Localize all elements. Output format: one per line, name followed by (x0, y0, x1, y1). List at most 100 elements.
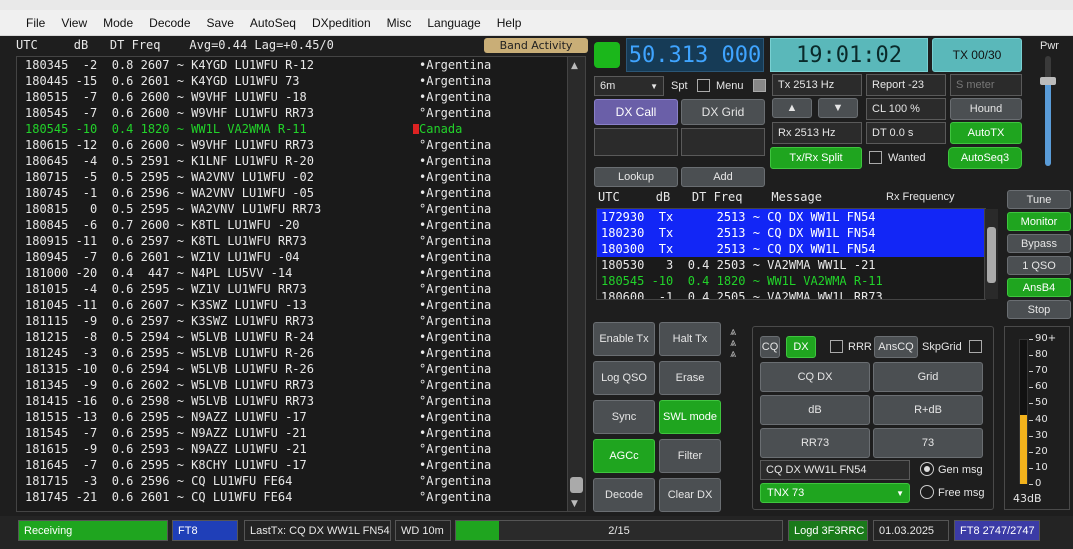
table-row[interactable]: 181615 -9 0.6 2593 ~ N9AZZ LU1WFU -21 °Ar… (17, 441, 585, 457)
table-row[interactable]: 180815 0 0.5 2595 ~ WA2VNV LU1WFU RR73 °A… (17, 201, 585, 217)
menu-item-file[interactable]: File (18, 16, 53, 30)
table-row[interactable]: 172930 Tx 2513 ~ CQ DX WW1L FN54 (597, 209, 985, 225)
menu-item-decode[interactable]: Decode (141, 16, 198, 30)
menu-item-dxpedition[interactable]: DXpedition (304, 16, 379, 30)
table-row[interactable]: 180645 -4 0.5 2591 ~ K1LNF LU1WFU R-20 •A… (17, 153, 585, 169)
grid-button[interactable]: Grid (873, 362, 983, 392)
lookup-button[interactable]: Lookup (594, 167, 678, 187)
dial-frequency[interactable]: 50.313 000 (626, 38, 764, 72)
dx-grid-input[interactable] (681, 128, 765, 156)
table-row[interactable]: 180545 -10 0.4 1820 ~ WW1L VA2WMA R-11 (597, 273, 985, 289)
pwr-slider-handle[interactable] (1040, 77, 1056, 86)
menu-item-autoseq[interactable]: AutoSeq (242, 16, 304, 30)
table-row[interactable]: 180745 -1 0.6 2596 ~ WA2VNV LU1WFU -05 •A… (17, 185, 585, 201)
dt-spinbox[interactable]: DT 0.0 s (866, 122, 946, 144)
table-row[interactable]: 181715 -3 0.6 2596 ~ CQ LU1WFU FE64 °Arge… (17, 473, 585, 489)
enable-tx-button[interactable]: Enable Tx (593, 322, 655, 356)
scrollbar-thumb[interactable] (987, 227, 996, 283)
menu-item-language[interactable]: Language (419, 16, 488, 30)
table-row[interactable]: 180515 -7 0.6 2600 ~ W9VHF LU1WFU -18 •Ar… (17, 89, 585, 105)
gen-msg-radio[interactable] (920, 462, 934, 476)
table-row[interactable]: 181745 -21 0.6 2601 ~ CQ LU1WFU FE64 °Arg… (17, 489, 585, 505)
txrx-split-button[interactable]: Tx/Rx Split (770, 147, 862, 169)
rx-freq-spinbox[interactable]: Rx 2513 Hz (772, 122, 862, 144)
wanted-checkbox[interactable] (869, 151, 882, 164)
table-row[interactable]: 181345 -9 0.6 2602 ~ W5LVB LU1WFU RR73 °A… (17, 377, 585, 393)
agcc-button[interactable]: AGCc (593, 439, 655, 473)
scrollbar-thumb[interactable] (570, 477, 583, 493)
table-row[interactable]: 180300 Tx 2513 ~ CQ DX WW1L FN54 (597, 241, 985, 257)
table-row[interactable]: 180345 -2 0.8 2607 ~ K4YGD LU1WFU R-12 •A… (17, 57, 585, 73)
bypass-button[interactable]: Bypass (1007, 234, 1071, 253)
table-row[interactable]: 181015 -4 0.6 2595 ~ WZ1V LU1WFU RR73 °Ar… (17, 281, 585, 297)
autoseq3-button[interactable]: AutoSeq3 (948, 147, 1022, 169)
band-activity-list[interactable]: 180345 -2 0.8 2607 ~ K4YGD LU1WFU R-12 •A… (16, 56, 586, 512)
rx-frequency-scrollbar[interactable] (984, 209, 998, 299)
rrr-checkbox[interactable] (830, 340, 843, 353)
anscq-button[interactable]: AnsCQ (874, 336, 918, 358)
sync-button[interactable]: Sync (593, 400, 655, 434)
table-row[interactable]: 181215 -8 0.5 2594 ~ W5LVB LU1WFU R-24 •A… (17, 329, 585, 345)
dx-call-input[interactable] (594, 128, 678, 156)
add-button[interactable]: Add (681, 167, 765, 187)
table-row[interactable]: 180600 -1 0.4 2505 ~ VA2WMA WW1L RR73 (597, 289, 985, 299)
table-row[interactable]: 181115 -9 0.6 2597 ~ K3SWZ LU1WFU RR73 °A… (17, 313, 585, 329)
tab-chevrons-icon[interactable]: ⩓ ⩓ ⩓ (730, 326, 736, 359)
freq-up-button[interactable]: ▲ (772, 98, 812, 118)
log-qso-button[interactable]: Log QSO (593, 361, 655, 395)
erase-button[interactable]: Erase (659, 361, 721, 395)
freq-down-button[interactable]: ▼ (818, 98, 858, 118)
table-row[interactable]: 181415 -16 0.6 2598 ~ W5LVB LU1WFU RR73 °… (17, 393, 585, 409)
halt-tx-button[interactable]: Halt Tx (659, 322, 721, 356)
table-row[interactable]: 180530 3 0.4 2503 ~ VA2WMA WW1L -21 (597, 257, 985, 273)
table-row[interactable]: 180945 -7 0.6 2601 ~ WZ1V LU1WFU -04 •Arg… (17, 249, 585, 265)
one-qso-button[interactable]: 1 QSO (1007, 256, 1071, 275)
stop-button[interactable]: Stop (1007, 300, 1071, 319)
table-row[interactable]: 181045 -11 0.6 2607 ~ K3SWZ LU1WFU -13 •A… (17, 297, 585, 313)
swl-mode-button[interactable]: SWL mode (659, 400, 721, 434)
table-row[interactable]: 181515 -13 0.6 2595 ~ N9AZZ LU1WFU -17 •A… (17, 409, 585, 425)
menu-item-help[interactable]: Help (489, 16, 530, 30)
spt-checkbox[interactable] (697, 79, 710, 92)
menu-item-misc[interactable]: Misc (379, 16, 420, 30)
table-row[interactable]: 180445 -15 0.6 2601 ~ K4YGD LU1WFU 73 •Ar… (17, 73, 585, 89)
table-row[interactable]: 180715 -5 0.5 2595 ~ WA2VNV LU1WFU -02 •A… (17, 169, 585, 185)
free-msg-select[interactable]: TNX 73 ▼ (760, 483, 910, 503)
cq-dx-button[interactable]: CQ DX (760, 362, 870, 392)
cl-spinbox[interactable]: CL 100 % (866, 98, 946, 120)
scroll-up-icon[interactable]: ▲ (571, 61, 578, 71)
generated-message-input[interactable]: CQ DX WW1L FN54 (760, 460, 910, 480)
cq-button[interactable]: CQ (760, 336, 780, 358)
table-row[interactable]: 180230 Tx 2513 ~ CQ DX WW1L FN54 (597, 225, 985, 241)
table-row[interactable]: 181245 -3 0.6 2595 ~ W5LVB LU1WFU R-26 •A… (17, 345, 585, 361)
table-row[interactable]: 181645 -7 0.6 2595 ~ K8CHY LU1WFU -17 •Ar… (17, 457, 585, 473)
skpgrid-checkbox[interactable] (969, 340, 982, 353)
hound-button[interactable]: Hound (950, 98, 1022, 120)
menu-checkbox[interactable] (753, 79, 766, 92)
table-row[interactable]: 181545 -7 0.6 2595 ~ N9AZZ LU1WFU -21 •Ar… (17, 425, 585, 441)
band-select[interactable]: 6m ▼ (594, 76, 664, 96)
tune-button[interactable]: Tune (1007, 190, 1071, 209)
free-msg-radio[interactable] (920, 485, 934, 499)
clear-dx-button[interactable]: Clear DX (659, 478, 721, 512)
table-row[interactable]: 180545 -10 0.4 1820 ~ WW1L VA2WMA R-11 Ca… (17, 121, 585, 137)
dx-grid-button[interactable]: DX Grid (681, 99, 765, 125)
table-row[interactable]: 180545 -7 0.6 2600 ~ W9VHF LU1WFU RR73 °A… (17, 105, 585, 121)
table-row[interactable]: 181315 -10 0.6 2594 ~ W5LVB LU1WFU R-26 °… (17, 361, 585, 377)
report-spinbox[interactable]: Report -23 (866, 74, 946, 96)
table-row[interactable]: 180845 -6 0.7 2600 ~ K8TL LU1WFU -20 •Arg… (17, 217, 585, 233)
dx-call-button[interactable]: DX Call (594, 99, 678, 125)
filter-button[interactable]: Filter (659, 439, 721, 473)
r-db-button[interactable]: R+dB (873, 395, 983, 425)
table-row[interactable]: 180915 -11 0.6 2597 ~ K8TL LU1WFU RR73 °A… (17, 233, 585, 249)
menu-item-save[interactable]: Save (199, 16, 242, 30)
tx-freq-spinbox[interactable]: Tx 2513 Hz (772, 74, 862, 96)
scroll-down-icon[interactable]: ▼ (571, 499, 578, 509)
table-row[interactable]: 180615 -12 0.6 2600 ~ W9VHF LU1WFU RR73 °… (17, 137, 585, 153)
rr73-button[interactable]: RR73 (760, 428, 870, 458)
ansb4-button[interactable]: AnsB4 (1007, 278, 1071, 297)
pwr-slider[interactable] (1040, 56, 1056, 166)
dx-button[interactable]: DX (786, 336, 816, 358)
menu-item-mode[interactable]: Mode (95, 16, 141, 30)
monitor-button[interactable]: Monitor (1007, 212, 1071, 231)
